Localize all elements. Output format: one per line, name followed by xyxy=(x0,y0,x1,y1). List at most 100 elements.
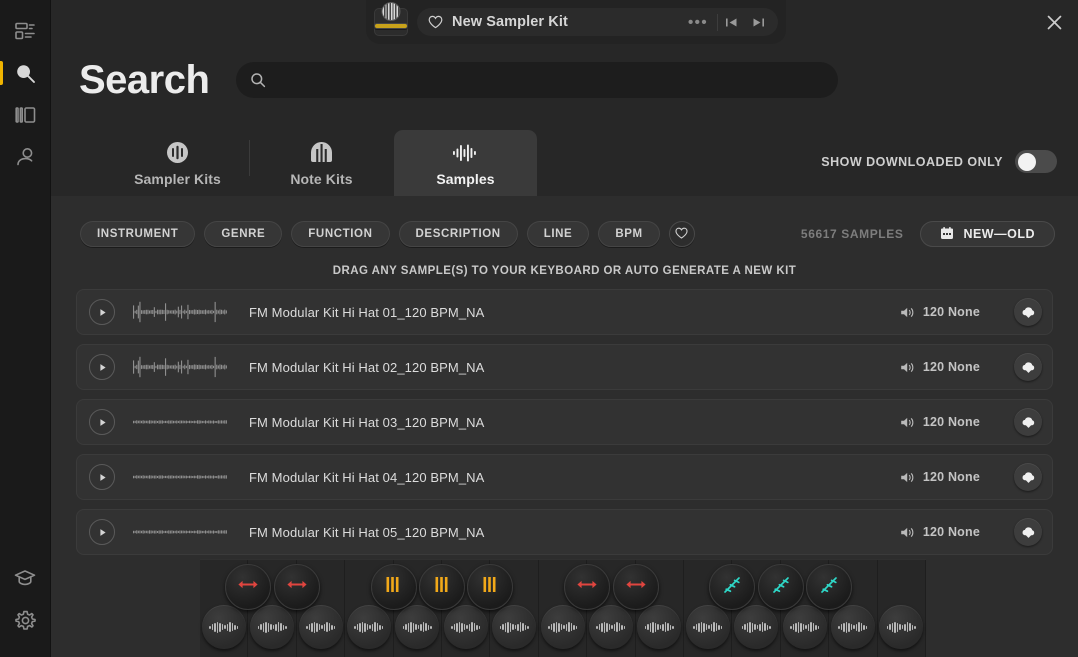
filter-bpm[interactable]: BPM xyxy=(598,221,660,247)
mini-waveform-icon xyxy=(548,621,578,633)
sample-row[interactable]: FM Modular Kit Hi Hat 04_120 BPM_NA 120 … xyxy=(76,454,1053,500)
filter-instrument[interactable]: INSTRUMENT xyxy=(80,221,196,247)
drag-hint-text: DRAG ANY SAMPLE(S) TO YOUR KEYBOARD OR A… xyxy=(332,265,797,277)
pad-knob[interactable] xyxy=(492,605,537,649)
skip-previous-icon[interactable] xyxy=(718,16,745,29)
pad-knob[interactable] xyxy=(588,605,633,649)
speaker-icon[interactable] xyxy=(900,306,915,319)
waveform-thumbnail xyxy=(133,411,227,433)
sample-row-actions: 120 None xyxy=(900,298,1042,326)
tab-sampler-kits[interactable]: Sampler Kits xyxy=(106,130,249,196)
waveform-thumbnail xyxy=(133,301,227,323)
sample-row[interactable]: FM Modular Kit Hi Hat 01_120 BPM_NA 120 … xyxy=(76,289,1053,335)
search-input[interactable] xyxy=(275,72,825,88)
keyboard-pads[interactable] xyxy=(200,559,927,657)
left-sidebar xyxy=(0,0,51,657)
play-icon[interactable] xyxy=(89,299,115,325)
black-key-pad[interactable] xyxy=(757,564,804,610)
kit-thumbnail-icon[interactable] xyxy=(374,2,408,36)
pad-knob[interactable] xyxy=(782,605,827,649)
sampler-kits-icon xyxy=(165,140,190,166)
close-window-button[interactable] xyxy=(1041,9,1067,35)
kit-more-options-button[interactable]: ••• xyxy=(679,15,717,30)
show-downloaded-only-control[interactable]: SHOW DOWNLOADED ONLY xyxy=(821,150,1057,173)
sample-name: FM Modular Kit Hi Hat 05_120 BPM_NA xyxy=(249,524,485,540)
heart-icon[interactable] xyxy=(428,15,443,29)
pad-knob[interactable] xyxy=(830,605,875,649)
sidebar-item-dashboard[interactable] xyxy=(0,10,51,52)
pad-knob[interactable] xyxy=(685,605,730,649)
mini-waveform-icon xyxy=(693,621,723,633)
show-downloaded-only-toggle[interactable] xyxy=(1015,150,1057,173)
sidebar-item-search[interactable] xyxy=(0,52,51,94)
bars-icon xyxy=(433,575,452,599)
black-key-pad[interactable] xyxy=(612,564,659,610)
black-key-pad[interactable] xyxy=(564,564,611,610)
pad-knob[interactable] xyxy=(734,605,779,649)
pad-knob[interactable] xyxy=(201,605,246,649)
play-icon[interactable] xyxy=(89,464,115,490)
skip-next-icon[interactable] xyxy=(745,16,772,29)
black-key-pad[interactable] xyxy=(806,564,853,610)
mini-waveform-icon xyxy=(209,621,239,633)
tab-note-kits[interactable]: Note Kits xyxy=(250,130,393,196)
black-key-pad[interactable] xyxy=(273,564,320,610)
sort-order-label: NEW—OLD xyxy=(963,227,1035,241)
bars-icon xyxy=(384,575,403,599)
play-icon[interactable] xyxy=(89,409,115,435)
play-icon[interactable] xyxy=(89,354,115,380)
pad-knob[interactable] xyxy=(395,605,440,649)
download-cloud-icon[interactable] xyxy=(1014,298,1042,326)
pad-knob[interactable] xyxy=(540,605,585,649)
sidebar-item-learn[interactable] xyxy=(0,557,51,599)
tab-note-kits-label: Note Kits xyxy=(290,170,353,187)
mini-waveform-icon xyxy=(741,621,771,633)
filter-function[interactable]: FUNCTION xyxy=(291,221,390,247)
bars-icon xyxy=(481,575,500,599)
pad-knob[interactable] xyxy=(637,605,682,649)
pad-knob[interactable] xyxy=(879,605,924,649)
speaker-icon[interactable] xyxy=(900,416,915,429)
page-title: Search xyxy=(79,58,210,102)
filter-description[interactable]: DESCRIPTION xyxy=(398,221,518,247)
zigzag-icon xyxy=(819,575,839,600)
sample-row[interactable]: FM Modular Kit Hi Hat 05_120 BPM_NA 120 … xyxy=(76,509,1053,555)
black-key-pad[interactable] xyxy=(370,564,417,610)
speaker-icon[interactable] xyxy=(900,361,915,374)
current-kit-module: New Sampler Kit ••• xyxy=(366,0,786,44)
sidebar-item-account[interactable] xyxy=(0,136,51,178)
tab-sampler-kits-label: Sampler Kits xyxy=(134,170,221,187)
pad-knob[interactable] xyxy=(443,605,488,649)
black-key-pad[interactable] xyxy=(419,564,465,610)
play-icon[interactable] xyxy=(89,519,115,545)
filter-line[interactable]: LINE xyxy=(526,221,590,247)
filter-favorites-button[interactable] xyxy=(668,221,695,247)
sample-row[interactable]: FM Modular Kit Hi Hat 03_120 BPM_NA 120 … xyxy=(76,399,1053,445)
sort-order-button[interactable]: NEW—OLD xyxy=(920,221,1055,247)
tab-samples[interactable]: Samples xyxy=(394,130,537,196)
show-downloaded-only-label: SHOW DOWNLOADED ONLY xyxy=(821,154,1003,169)
pad-knob[interactable] xyxy=(298,605,343,649)
dashboard-icon xyxy=(15,22,35,40)
pad-knob[interactable] xyxy=(346,605,391,649)
speaker-icon[interactable] xyxy=(900,471,915,484)
zigzag-icon xyxy=(771,575,791,600)
download-cloud-icon[interactable] xyxy=(1014,408,1042,436)
download-cloud-icon[interactable] xyxy=(1014,463,1042,491)
mini-waveform-icon xyxy=(402,621,432,633)
zigzag-icon xyxy=(722,575,742,600)
sidebar-item-settings[interactable] xyxy=(0,599,51,641)
sample-row-actions: 120 None xyxy=(900,518,1042,546)
download-cloud-icon[interactable] xyxy=(1014,518,1042,546)
speaker-icon[interactable] xyxy=(900,526,915,539)
pad-knob[interactable] xyxy=(250,605,295,649)
samples-waveform-icon xyxy=(452,140,479,166)
download-cloud-icon[interactable] xyxy=(1014,353,1042,381)
sample-row[interactable]: FM Modular Kit Hi Hat 02_120 BPM_NA 120 … xyxy=(76,344,1053,390)
search-field-container[interactable] xyxy=(236,62,839,98)
arrow-lr-icon xyxy=(575,578,599,596)
white-key-pad[interactable] xyxy=(877,560,927,657)
kit-name-field[interactable]: New Sampler Kit ••• xyxy=(417,8,778,36)
sidebar-item-library[interactable] xyxy=(0,94,51,136)
filter-genre[interactable]: GENRE xyxy=(204,221,283,247)
